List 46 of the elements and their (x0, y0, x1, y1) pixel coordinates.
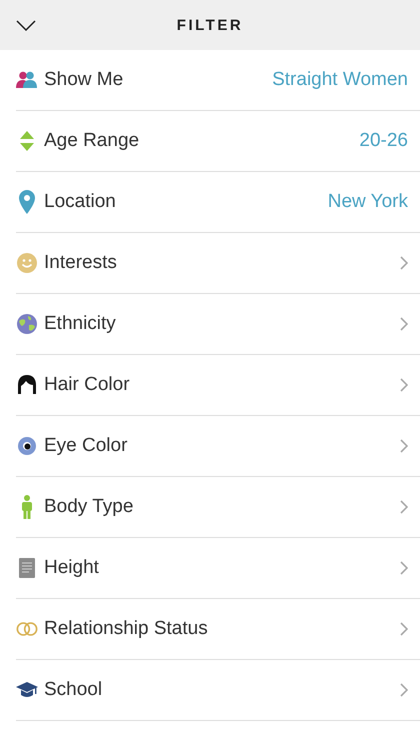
filter-row[interactable]: Relationship Status (16, 599, 420, 660)
eye-icon (17, 436, 37, 456)
row-label: Height (44, 557, 100, 579)
filter-row[interactable]: Hair Color (16, 355, 420, 416)
filter-row[interactable]: Eye Color (16, 416, 420, 477)
chevron-right-icon (400, 317, 408, 331)
row-value: New York (328, 191, 408, 213)
chevron-right-icon (400, 683, 408, 697)
row-label: Body Type (44, 496, 134, 518)
row-label: School (44, 679, 104, 701)
chevron-right-icon (400, 256, 408, 270)
filter-row[interactable]: Show Me Straight Women (16, 50, 420, 111)
screen-title: FILTER (176, 16, 244, 34)
hair-icon (18, 375, 36, 395)
map-pin-icon (19, 190, 35, 214)
row-value: Straight Women (272, 69, 408, 91)
standing-person-icon (21, 495, 33, 519)
row-label: Age Range (44, 130, 140, 152)
chevron-right-icon (400, 622, 408, 636)
row-label: Interests (44, 252, 118, 274)
row-label: Hair Color (44, 374, 131, 396)
filter-row[interactable]: Ethnicity (16, 294, 420, 355)
people-icon (16, 71, 38, 89)
row-label: Eye Color (44, 435, 128, 457)
globe-icon (17, 314, 37, 334)
up-down-arrows-icon (19, 130, 35, 152)
graduation-cap-icon (16, 681, 38, 699)
chevron-right-icon (400, 500, 408, 514)
filter-row[interactable]: Height (16, 538, 420, 599)
chevron-right-icon (400, 439, 408, 453)
filter-row[interactable]: Location New York (16, 172, 420, 233)
filter-row[interactable]: School (16, 660, 420, 721)
document-icon (19, 558, 35, 578)
smiley-icon (17, 253, 37, 273)
row-label: Ethnicity (44, 313, 117, 335)
row-label: Show Me (44, 69, 124, 91)
chevron-down-icon (16, 20, 36, 30)
row-label: Relationship Status (44, 618, 209, 640)
row-value: 20-26 (359, 130, 408, 152)
chevron-right-icon (400, 561, 408, 575)
rings-icon (16, 621, 38, 637)
filter-row[interactable]: Age Range 20-26 (16, 111, 420, 172)
filter-row[interactable]: Interests (16, 233, 420, 294)
chevron-right-icon (400, 378, 408, 392)
filter-row[interactable]: Body Type (16, 477, 420, 538)
row-label: Location (44, 191, 117, 213)
